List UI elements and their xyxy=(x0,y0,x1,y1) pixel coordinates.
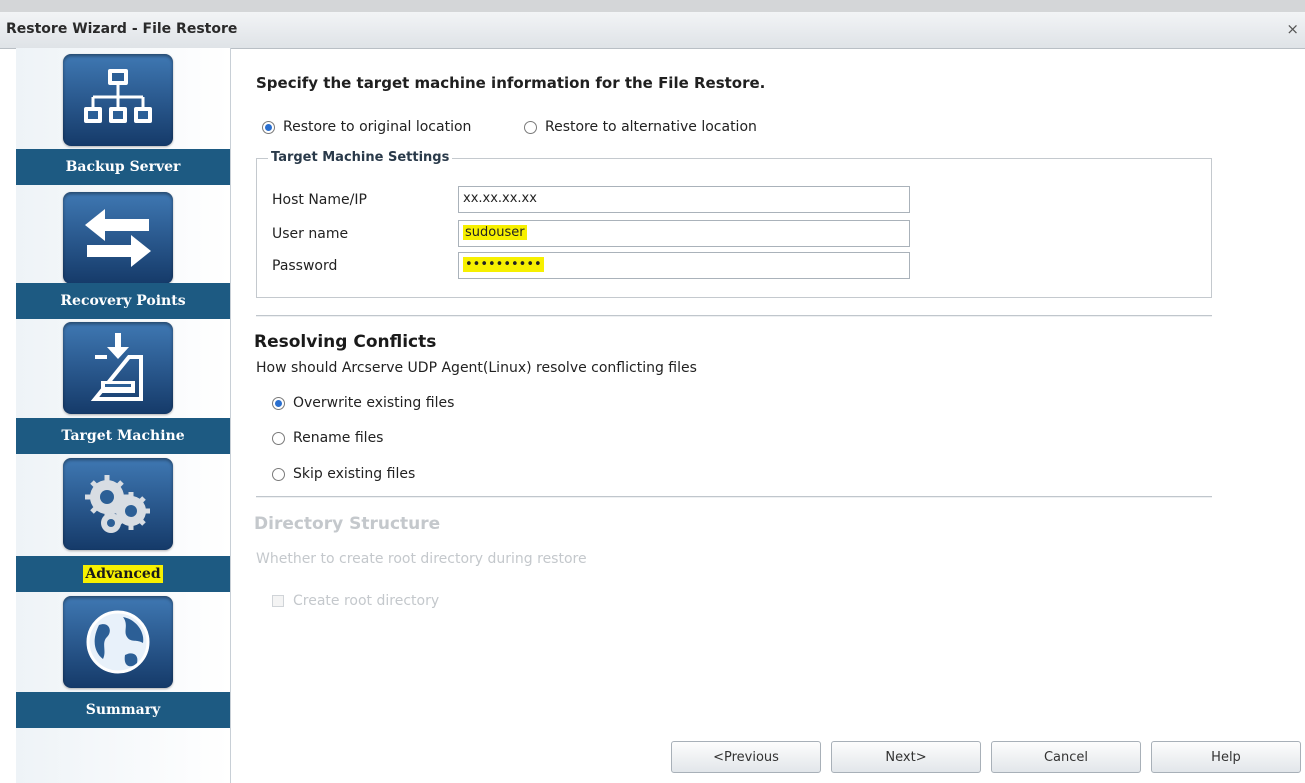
overwrite-option[interactable]: Overwrite existing files xyxy=(272,395,454,411)
step-target-machine-label: Target Machine xyxy=(61,428,185,444)
target-machine-tile[interactable] xyxy=(63,322,173,414)
step-backup-server[interactable]: Backup Server xyxy=(16,149,230,185)
radio-selected-icon[interactable] xyxy=(272,396,285,410)
page-heading: Specify the target machine information f… xyxy=(256,74,766,92)
host-input[interactable]: xx.xx.xx.xx xyxy=(458,186,910,213)
separator xyxy=(256,496,1212,498)
globe-icon xyxy=(86,610,150,674)
radio-unselected-icon[interactable] xyxy=(272,467,285,481)
host-label: Host Name/IP xyxy=(272,192,367,208)
help-button[interactable]: Help xyxy=(1151,741,1301,773)
skip-label: Skip existing files xyxy=(293,466,416,482)
directory-structure-title: Directory Structure xyxy=(254,514,441,534)
directory-structure-description: Whether to create root directory during … xyxy=(256,551,587,567)
radio-unselected-icon[interactable] xyxy=(272,431,285,445)
recovery-points-tile[interactable] xyxy=(63,192,173,284)
overwrite-label: Overwrite existing files xyxy=(293,395,455,411)
rename-label: Rename files xyxy=(293,430,384,446)
backup-server-tile[interactable] xyxy=(63,54,173,146)
cancel-button[interactable]: Cancel xyxy=(991,741,1141,773)
gears-icon xyxy=(85,475,150,533)
password-label: Password xyxy=(272,258,338,274)
checkbox-icon[interactable] xyxy=(272,595,284,607)
skip-option[interactable]: Skip existing files xyxy=(272,466,415,482)
summary-tile[interactable] xyxy=(63,596,173,688)
step-summary-label: Summary xyxy=(85,702,161,718)
step-recovery-points[interactable]: Recovery Points xyxy=(16,283,230,319)
close-icon[interactable]: × xyxy=(1286,20,1299,38)
top-strip xyxy=(0,0,1305,12)
download-drive-icon xyxy=(90,333,143,401)
restore-alternative-option[interactable]: Restore to alternative location xyxy=(524,119,757,135)
host-value: xx.xx.xx.xx xyxy=(463,191,537,206)
target-settings-legend: Target Machine Settings xyxy=(268,150,453,165)
restore-alternative-label: Restore to alternative location xyxy=(545,119,757,135)
next-button[interactable]: Next> xyxy=(831,741,981,773)
network-tree-icon xyxy=(84,69,152,123)
username-input[interactable]: sudouser xyxy=(458,220,910,247)
restore-original-label: Restore to original location xyxy=(283,119,472,135)
swap-arrows-icon xyxy=(85,209,151,267)
resolving-conflicts-title: Resolving Conflicts xyxy=(254,332,437,352)
step-recovery-points-label: Recovery Points xyxy=(60,293,186,309)
separator xyxy=(256,315,1212,317)
radio-unselected-icon[interactable] xyxy=(524,120,537,134)
radio-selected-icon[interactable] xyxy=(262,120,275,134)
resolving-conflicts-description: How should Arcserve UDP Agent(Linux) res… xyxy=(256,360,697,376)
password-value: •••••••••• xyxy=(463,257,544,272)
step-advanced-label: Advanced xyxy=(83,565,163,583)
username-label: User name xyxy=(272,226,349,242)
step-target-machine[interactable]: Target Machine xyxy=(16,418,230,454)
create-root-directory-label: Create root directory xyxy=(293,593,440,609)
rename-option[interactable]: Rename files xyxy=(272,430,383,446)
step-advanced[interactable]: Advanced xyxy=(16,556,230,592)
restore-original-option[interactable]: Restore to original location xyxy=(262,119,471,135)
password-input[interactable]: •••••••••• xyxy=(458,252,910,279)
previous-button[interactable]: <Previous xyxy=(671,741,821,773)
title-bar: Restore Wizard - File Restore × xyxy=(0,12,1305,49)
step-summary[interactable]: Summary xyxy=(16,692,230,728)
username-value: sudouser xyxy=(463,225,527,240)
window-title: Restore Wizard - File Restore xyxy=(6,21,238,37)
create-root-directory-option[interactable]: Create root directory xyxy=(272,593,439,609)
advanced-tile[interactable] xyxy=(63,458,173,550)
step-backup-server-label: Backup Server xyxy=(65,159,181,175)
